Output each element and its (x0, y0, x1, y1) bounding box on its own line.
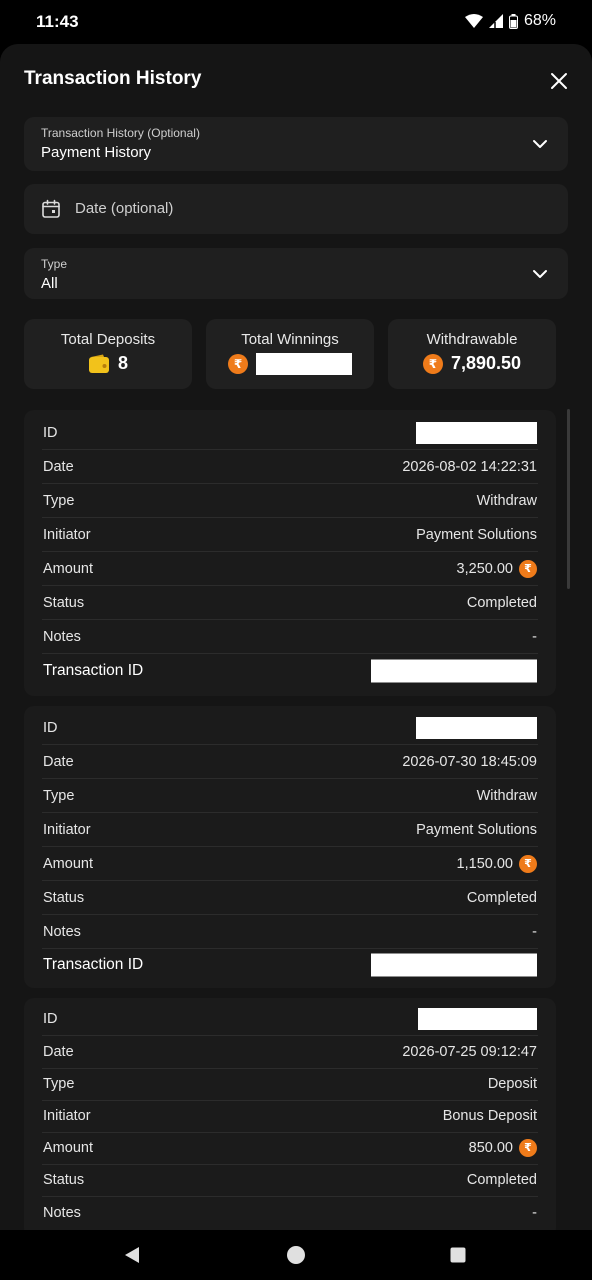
row-status: Status Completed (42, 1163, 538, 1197)
recents-button[interactable] (447, 1244, 469, 1266)
history-kind-select[interactable]: Transaction History (Optional) Payment H… (24, 117, 568, 171)
battery-percent: 68% (523, 12, 556, 29)
row-date: Date 2026-07-25 09:12:47 (42, 1035, 538, 1069)
recents-icon (450, 1247, 466, 1263)
rupee-coin-icon: ₹ (519, 1138, 537, 1157)
total-deposits-label: Total Deposits (60, 331, 156, 348)
chevron-down-icon (533, 140, 547, 148)
withdrawable-label: Withdrawable (426, 331, 518, 348)
total-winnings-card: Total Winnings ₹ (206, 319, 374, 389)
history-kind-value: Payment History (41, 144, 152, 161)
row-amount: Amount 850.00 ₹ (42, 1131, 538, 1165)
row-status: Status Completed (42, 881, 538, 915)
row-type: Type Withdraw (42, 484, 538, 518)
back-icon (125, 1247, 139, 1263)
redacted-transaction-id (371, 953, 537, 977)
status-icons: 68% (464, 12, 556, 30)
total-winnings-label: Total Winnings (241, 331, 339, 348)
row-type: Type Withdraw (42, 779, 538, 813)
withdrawable-card: Withdrawable ₹ 7,890.50 (388, 319, 556, 389)
row-transaction-id: Transaction ID (42, 948, 538, 982)
back-button[interactable] (121, 1244, 143, 1266)
row-status: Status Completed (42, 586, 538, 620)
row-amount: Amount 3,250.00 ₹ (42, 552, 538, 586)
row-date: Date 2026-07-30 18:45:09 (42, 745, 538, 779)
row-type: Type Deposit (42, 1067, 538, 1101)
chevron-down-icon (533, 270, 547, 278)
total-deposits-value: 8 (117, 353, 128, 373)
row-transaction-id: Transaction ID (42, 654, 538, 688)
status-bar: 11:43 68% (0, 0, 592, 44)
list-scrollbar[interactable] (567, 409, 570, 589)
transaction-history-sheet: Transaction History Transaction History … (0, 44, 592, 1230)
rupee-coin-icon: ₹ (422, 353, 443, 374)
redacted-winnings-value (256, 353, 352, 375)
redacted-id (418, 1007, 537, 1030)
redacted-id (416, 421, 537, 444)
row-notes: Notes - (43, 1205, 537, 1221)
wallet-icon (88, 354, 109, 373)
battery-icon (508, 13, 518, 29)
home-button[interactable] (285, 1244, 307, 1266)
sheet-title: Transaction History (24, 68, 202, 89)
row-date: Date 2026-08-02 14:22:31 (42, 450, 538, 484)
signal-icon (488, 14, 503, 28)
transaction-card[interactable]: ID Date 2026-08-02 14:22:31 Type Withdra… (24, 410, 556, 696)
total-deposits-card: Total Deposits 8 (24, 319, 192, 389)
status-time: 11:43 (36, 12, 79, 31)
row-id: ID (42, 1002, 538, 1036)
home-icon (287, 1246, 305, 1264)
close-button[interactable] (544, 66, 574, 96)
close-icon (551, 73, 567, 89)
row-id: ID (42, 416, 538, 450)
type-label: Type (41, 257, 68, 271)
transaction-card[interactable]: ID Date 2026-07-30 18:45:09 Type Withdra… (24, 706, 556, 988)
redacted-id (416, 716, 537, 739)
row-initiator: Initiator Bonus Deposit (42, 1099, 538, 1133)
withdrawable-value: 7,890.50 (450, 353, 522, 373)
wifi-icon (464, 14, 483, 28)
row-amount: Amount 1,150.00 ₹ (42, 847, 538, 881)
history-kind-label: Transaction History (Optional) (41, 126, 200, 140)
type-filter-select[interactable]: Type All (24, 248, 568, 299)
system-nav-bar (0, 1230, 592, 1280)
rupee-coin-icon: ₹ (519, 854, 537, 873)
date-filter-input[interactable]: Date (optional) (24, 184, 568, 234)
row-notes: Notes - (42, 620, 538, 654)
calendar-icon (42, 199, 60, 218)
redacted-transaction-id (371, 659, 537, 683)
row-notes: Notes - (42, 915, 538, 949)
type-value: All (41, 275, 58, 292)
date-placeholder: Date (optional) (75, 200, 174, 217)
transaction-card[interactable]: ID Date 2026-07-25 09:12:47 Type Deposit… (24, 998, 556, 1230)
row-id: ID (42, 711, 538, 745)
rupee-coin-icon: ₹ (228, 354, 248, 374)
row-initiator: Initiator Payment Solutions (42, 518, 538, 552)
rupee-coin-icon: ₹ (519, 559, 537, 578)
row-initiator: Initiator Payment Solutions (42, 813, 538, 847)
